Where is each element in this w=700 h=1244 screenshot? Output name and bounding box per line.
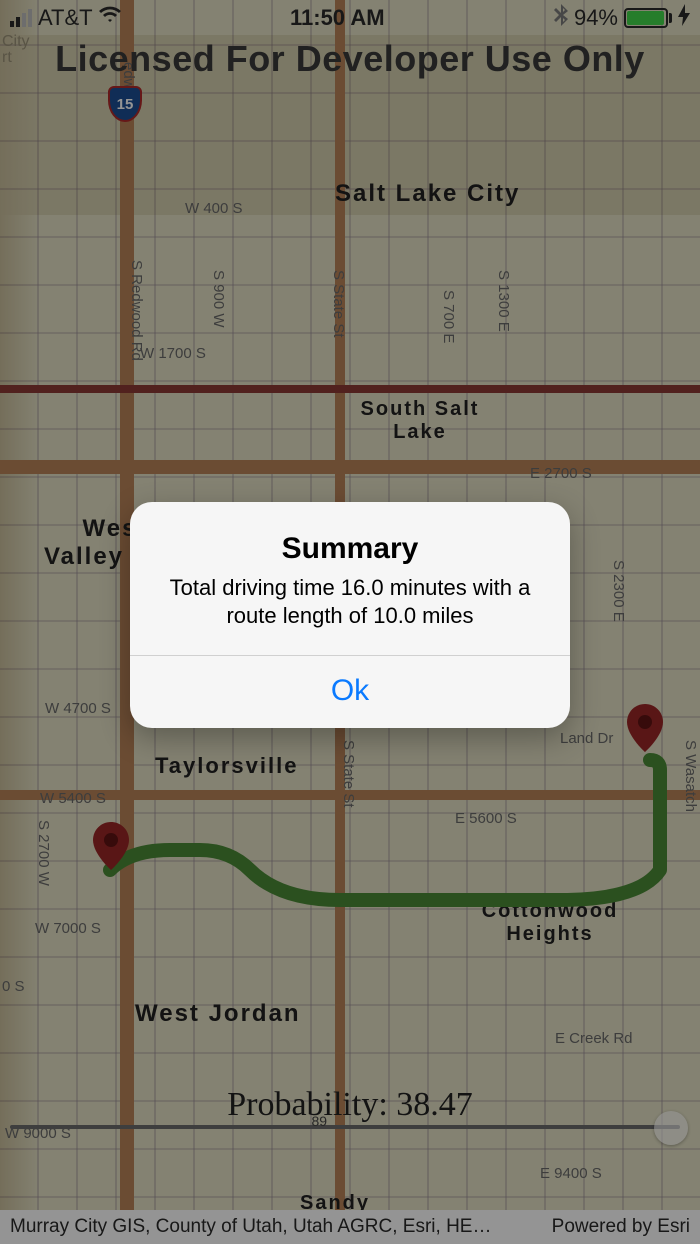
alert-body: Summary Total driving time 16.0 minutes … [130, 502, 570, 655]
alert-title: Summary [154, 532, 546, 566]
ok-button[interactable]: Ok [130, 656, 570, 728]
alert-message: Total driving time 16.0 minutes with a r… [154, 574, 546, 629]
app-screen: 15 City rt Licensed For Developer Use On… [0, 0, 700, 1244]
summary-alert: Summary Total driving time 16.0 minutes … [130, 502, 570, 728]
